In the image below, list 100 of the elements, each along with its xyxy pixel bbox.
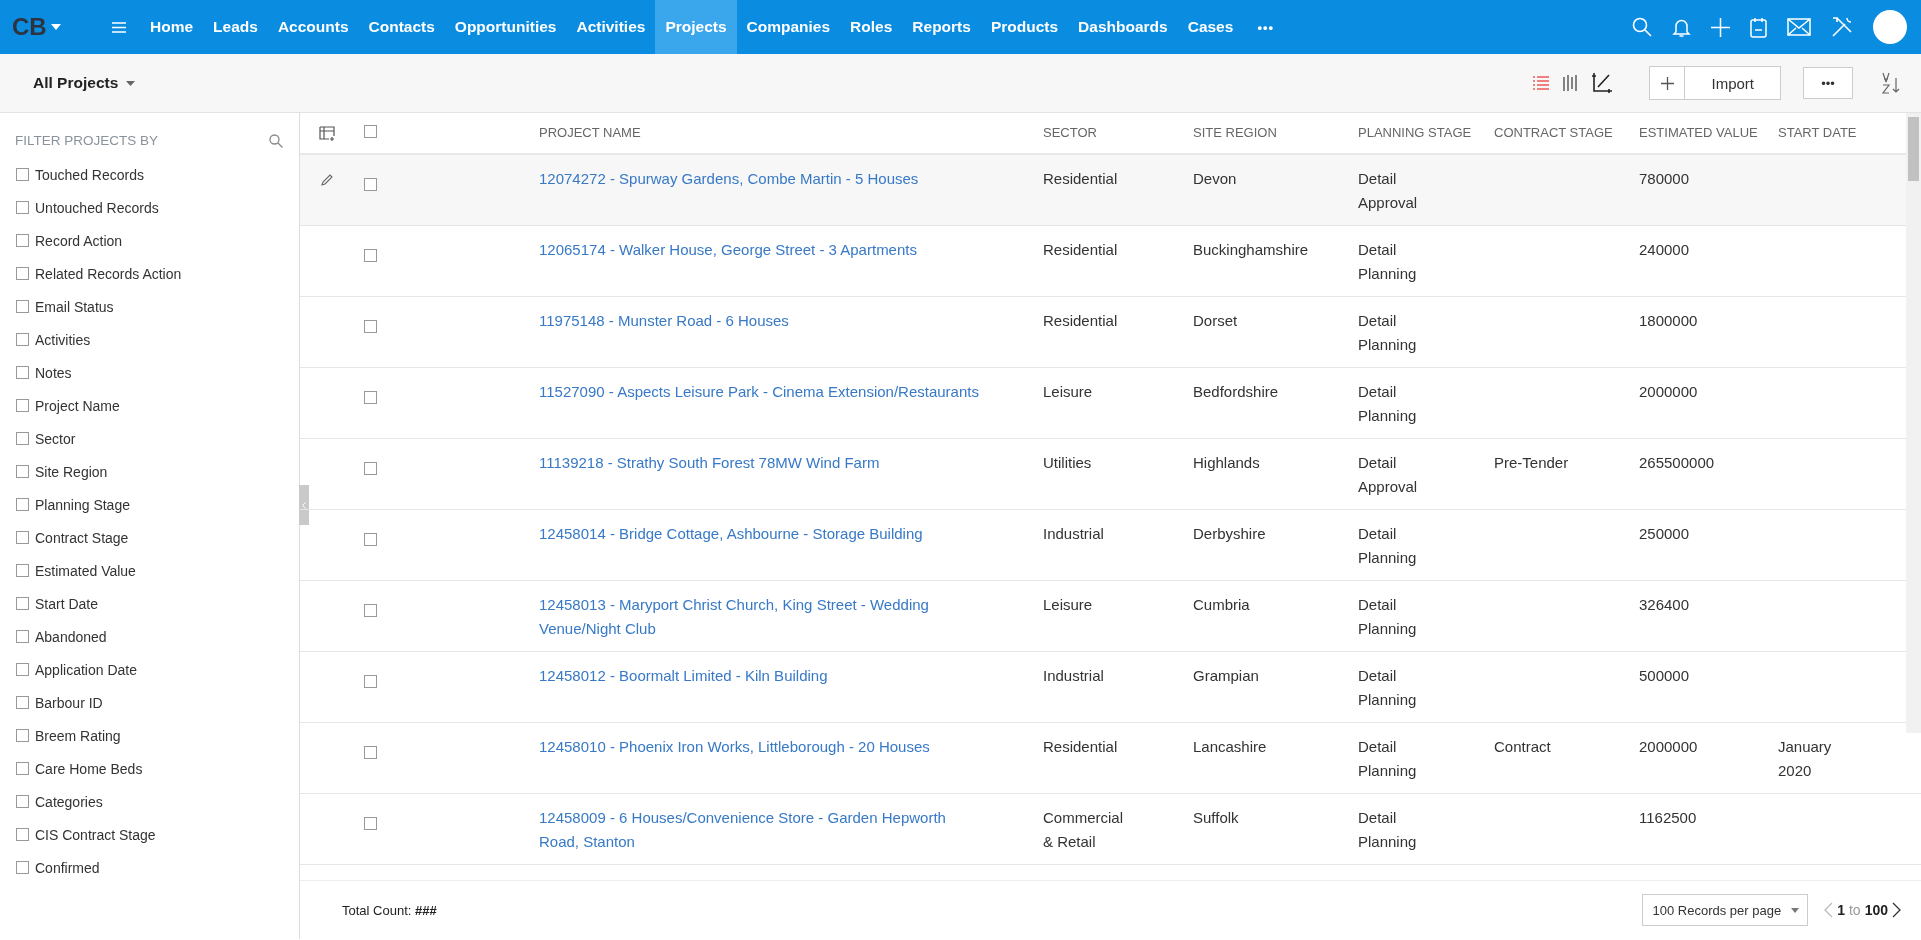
- checkbox[interactable]: [364, 391, 377, 404]
- nav-tab[interactable]: Roles: [840, 0, 903, 54]
- checkbox[interactable]: [16, 762, 29, 775]
- filter-label[interactable]: Untouched Records: [35, 199, 159, 216]
- project-link[interactable]: 12074272 - Spurway Gardens, Combe Martin - 5 Houses: [539, 167, 984, 191]
- checkbox[interactable]: [16, 168, 29, 181]
- nav-tab[interactable]: Opportunities: [444, 0, 567, 54]
- chart-edit-icon[interactable]: [1591, 72, 1614, 94]
- column-header[interactable]: START DATE: [1778, 125, 1857, 140]
- checkbox[interactable]: [16, 729, 29, 742]
- project-link[interactable]: 12458009 - 6 Houses/Convenience Store - Garden Hepworth Road, Stanton: [539, 806, 984, 854]
- filter-label[interactable]: Notes: [35, 364, 72, 381]
- checkbox[interactable]: [16, 630, 29, 643]
- filter-label[interactable]: Record Action: [35, 232, 123, 249]
- filter-label[interactable]: Care Home Beds: [35, 760, 143, 777]
- more-button[interactable]: •••: [1803, 67, 1853, 99]
- nav-tab[interactable]: Products: [980, 0, 1069, 54]
- filter-label[interactable]: Planning Stage: [35, 496, 130, 513]
- checkbox[interactable]: [364, 125, 377, 138]
- project-link[interactable]: 12458012 - Boormalt Limited - Kiln Building: [539, 664, 984, 688]
- filter-label[interactable]: Application Date: [35, 661, 137, 678]
- filter-label[interactable]: CIS Contract Stage: [35, 826, 156, 843]
- search-icon[interactable]: [1632, 17, 1652, 37]
- checkbox[interactable]: [16, 267, 29, 280]
- avatar[interactable]: [1873, 10, 1907, 44]
- filter-label[interactable]: Email Status: [35, 298, 114, 315]
- filter-label[interactable]: Barbour ID: [35, 694, 103, 711]
- filter-label[interactable]: Categories: [35, 793, 103, 810]
- checkbox[interactable]: [16, 234, 29, 247]
- nav-tab[interactable]: Accounts: [267, 0, 359, 54]
- checkbox[interactable]: [16, 663, 29, 676]
- checkbox[interactable]: [16, 564, 29, 577]
- mail-icon[interactable]: [1787, 18, 1811, 36]
- nav-tab[interactable]: Leads: [203, 0, 268, 54]
- calendar-icon[interactable]: [1750, 16, 1767, 38]
- list-view-icon[interactable]: [1533, 76, 1550, 90]
- filter-label[interactable]: Related Records Action: [35, 265, 182, 282]
- filter-label[interactable]: Breem Rating: [35, 727, 121, 744]
- columns-view-icon[interactable]: [1563, 75, 1578, 91]
- checkbox[interactable]: [16, 465, 29, 478]
- table-settings-icon[interactable]: [318, 125, 337, 141]
- collapse-handle[interactable]: [299, 485, 309, 525]
- checkbox[interactable]: [16, 201, 29, 214]
- column-header[interactable]: SECTOR: [1043, 125, 1097, 140]
- edit-icon[interactable]: [321, 173, 334, 186]
- filter-label[interactable]: Sector: [35, 430, 76, 447]
- filter-label[interactable]: Contract Stage: [35, 529, 129, 546]
- project-link[interactable]: 12065174 - Walker House, George Street - 3 Apartments: [539, 238, 984, 262]
- more-menu[interactable]: •••: [1243, 0, 1289, 54]
- checkbox[interactable]: [16, 828, 29, 841]
- nav-tab[interactable]: Cases: [1177, 0, 1244, 54]
- checkbox[interactable]: [16, 399, 29, 412]
- filter-label[interactable]: Project Name: [35, 397, 120, 414]
- checkbox[interactable]: [16, 861, 29, 874]
- nav-tab[interactable]: Contacts: [358, 0, 445, 54]
- checkbox[interactable]: [16, 333, 29, 346]
- checkbox[interactable]: [16, 498, 29, 511]
- checkbox[interactable]: [364, 817, 377, 830]
- column-header[interactable]: SITE REGION: [1193, 125, 1277, 140]
- project-link[interactable]: 12458014 - Bridge Cottage, Ashbourne - Storage Building: [539, 522, 984, 546]
- checkbox[interactable]: [16, 795, 29, 808]
- project-link[interactable]: 12458013 - Maryport Christ Church, King Street - Wedding Venue/Night Club: [539, 593, 984, 641]
- checkbox[interactable]: [16, 531, 29, 544]
- filter-label[interactable]: Activities: [35, 331, 91, 348]
- nav-tab[interactable]: Home: [140, 0, 204, 54]
- next-icon[interactable]: [1892, 902, 1901, 918]
- logo[interactable]: CB: [0, 0, 112, 54]
- checkbox[interactable]: [364, 604, 377, 617]
- checkbox[interactable]: [364, 462, 377, 475]
- checkbox[interactable]: [364, 320, 377, 333]
- tools-icon[interactable]: [1831, 16, 1853, 38]
- project-link[interactable]: 11527090 - Aspects Leisure Park - Cinema Extension/Restaurants: [539, 380, 984, 404]
- search-icon[interactable]: [269, 133, 283, 148]
- checkbox[interactable]: [16, 597, 29, 610]
- column-header[interactable]: PROJECT NAME: [539, 125, 641, 140]
- checkbox[interactable]: [364, 675, 377, 688]
- nav-tab[interactable]: Activities: [566, 0, 656, 54]
- project-link[interactable]: 11975148 - Munster Road - 6 Houses: [539, 309, 984, 333]
- column-header[interactable]: PLANNING STAGE: [1358, 125, 1472, 140]
- filter-label[interactable]: Abandoned: [35, 628, 107, 645]
- checkbox[interactable]: [16, 300, 29, 313]
- filter-label[interactable]: Touched Records: [35, 166, 144, 183]
- scrollbar[interactable]: [1906, 113, 1921, 733]
- previous-icon[interactable]: [1824, 902, 1834, 918]
- add-icon[interactable]: [1661, 76, 1674, 90]
- checkbox[interactable]: [16, 432, 29, 445]
- project-link[interactable]: 12458010 - Phoenix Iron Works, Littleborough - 20 Houses: [539, 735, 984, 759]
- caret-icon[interactable]: [126, 80, 136, 86]
- nav-tab[interactable]: Reports: [902, 0, 981, 54]
- column-header[interactable]: CONTRACT STAGE: [1494, 125, 1613, 140]
- checkbox[interactable]: [364, 746, 377, 759]
- filter-label[interactable]: Start Date: [35, 595, 99, 612]
- nav-tab[interactable]: Dashboards: [1068, 0, 1178, 54]
- menu-icon[interactable]: [112, 21, 126, 33]
- project-link[interactable]: 11139218 - Strathy South Forest 78MW Wind Farm: [539, 451, 984, 475]
- sort-icon[interactable]: [1881, 72, 1901, 94]
- nav-tab[interactable]: Companies: [736, 0, 841, 54]
- checkbox[interactable]: [16, 696, 29, 709]
- view-selector[interactable]: All Projects: [33, 74, 119, 92]
- checkbox[interactable]: [364, 178, 377, 191]
